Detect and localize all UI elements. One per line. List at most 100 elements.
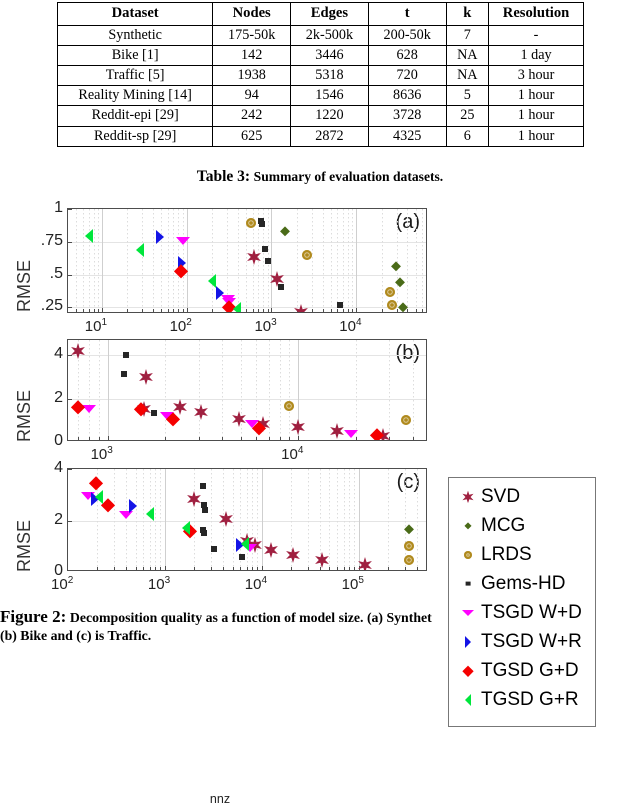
legend-label: SVD — [481, 486, 521, 507]
gridline-vertical-minor — [135, 469, 137, 570]
data-point-tgsd-g-r — [95, 490, 104, 505]
legend-item-lrds[interactable]: LRDS — [449, 540, 595, 569]
legend-item-gems-hd[interactable]: Gems-HD — [449, 569, 595, 598]
cell-dataset: Traffic [5] — [56, 64, 214, 87]
y-tick-mark — [68, 398, 72, 400]
data-point-gems-hd — [150, 409, 157, 416]
column-header-k: k — [445, 2, 490, 26]
data-point-gems-hd — [238, 554, 245, 561]
x-tick-label: 102 — [51, 575, 74, 593]
x-tick-mark — [261, 566, 263, 570]
x-tick-mark — [97, 309, 99, 312]
legend-item-tgsd-g-d[interactable]: TGSD G+D — [449, 656, 595, 685]
x-tick-mark — [82, 309, 84, 312]
gridline-vertical-minor — [348, 209, 350, 312]
x-tick-mark — [97, 567, 99, 570]
data-point-mcg — [390, 261, 401, 271]
x-tick-mark — [164, 437, 166, 440]
gridline-vertical-minor — [311, 209, 313, 312]
y-tick-mark — [68, 241, 72, 243]
panel-c-plot-area: (c) — [67, 468, 427, 571]
gridline-vertical-minor — [279, 340, 281, 440]
x-tick-mark — [164, 566, 166, 570]
legend-item-tgsd-g-r[interactable]: TGSD G+R — [449, 685, 595, 714]
cell-edges: 1220 — [290, 105, 369, 127]
gridline-horizontal — [68, 307, 426, 309]
x-tick-label: 104 — [339, 317, 362, 335]
cell-resolution: 1 day — [488, 44, 584, 67]
gridline-vertical-minor — [343, 469, 345, 570]
x-tick-label: 103 — [90, 445, 113, 463]
y-tick-mark — [68, 274, 72, 276]
x-tick-mark — [343, 567, 345, 570]
gridline-vertical-minor — [404, 469, 406, 570]
x-tick-mark — [252, 567, 254, 570]
x-tick-mark — [356, 308, 358, 312]
x-tick-mark — [88, 309, 90, 312]
table-row: Bike [1] 142 3446 628 NA 1 day — [56, 44, 584, 67]
gridline-vertical-minor — [143, 469, 145, 570]
panel-b-plot-area: (b) — [67, 339, 427, 441]
table-caption-number: Table 3: — [196, 168, 251, 185]
cell-nodes: 94 — [212, 85, 292, 107]
data-point-svd — [285, 547, 301, 564]
cell-k: NA — [445, 64, 490, 87]
x-tick-mark — [167, 309, 169, 312]
x-tick-mark — [252, 309, 254, 312]
gridline-vertical-minor — [355, 340, 357, 440]
data-point-gems-hd — [278, 284, 285, 291]
legend-label: TGSD G+D — [481, 660, 579, 681]
cell-t: 3728 — [367, 105, 447, 127]
data-point-tgsd-g-r — [135, 243, 144, 258]
panel-b-id: (b) — [395, 342, 420, 364]
x-tick-mark — [271, 308, 273, 312]
data-point-tgsd-g-d — [89, 476, 103, 490]
legend-marker-triangle-left-icon — [455, 688, 481, 712]
x-tick-mark — [352, 309, 354, 312]
x-tick-mark — [246, 567, 248, 570]
data-point-gems-hd — [200, 482, 207, 489]
table-body: Synthetic 175-50k 2k-500k 200-50k 7- Bike [1]… — [56, 24, 584, 147]
x-tick-mark — [114, 567, 116, 570]
data-point-tsgd-w-r — [216, 286, 225, 300]
x-tick-mark — [307, 567, 309, 570]
y-tick-label: .25 — [40, 297, 63, 315]
data-point-tgsd-g-r — [84, 228, 93, 243]
data-point-tgsd-g-d — [101, 498, 115, 512]
data-point-gems-hd — [262, 246, 269, 253]
x-tick-mark — [76, 309, 78, 312]
cell-k: NA — [445, 44, 490, 67]
legend-item-svd[interactable]: SVD — [449, 482, 595, 511]
legend-item-mcg[interactable]: MCG — [449, 511, 595, 540]
gridline-vertical-minor — [82, 209, 84, 312]
gridline-vertical-minor — [167, 209, 169, 312]
y-tick-label: .5 — [49, 264, 63, 282]
y-tick-label: 2 — [54, 388, 63, 406]
y-tick-mark — [68, 469, 72, 470]
y-tick-label: 0 — [54, 432, 63, 449]
data-point-tsgd-w-r — [155, 230, 164, 245]
cell-k: 6 — [445, 125, 490, 147]
x-tick-mark — [279, 437, 281, 440]
data-point-gems-hd — [337, 302, 344, 309]
column-header-nodes: Nodes — [212, 2, 292, 26]
data-point-gems-hd — [259, 221, 266, 228]
gridline-vertical-minor — [93, 209, 95, 312]
x-tick-mark — [343, 309, 345, 312]
x-tick-mark — [89, 437, 91, 440]
column-header-t: t — [367, 2, 447, 26]
data-point-tgsd-g-r — [145, 507, 154, 522]
x-tick-mark — [330, 309, 332, 312]
marker-six-point-star — [462, 490, 475, 503]
x-tick-mark — [107, 436, 109, 440]
table-header: Dataset Nodes Edges t k Resolution — [56, 2, 584, 26]
data-point-lrds — [403, 541, 414, 552]
x-tick-mark — [127, 309, 129, 312]
gridline-vertical-minor — [330, 209, 332, 312]
cell-resolution: 1 hour — [488, 125, 584, 147]
data-point-gems-hd — [264, 257, 271, 264]
gridline-vertical-minor — [155, 469, 157, 570]
x-tick-mark — [161, 309, 163, 312]
table-caption: Table 3: Summary of evaluation datasets. — [0, 168, 640, 186]
gridline-vertical-minor — [381, 209, 383, 312]
